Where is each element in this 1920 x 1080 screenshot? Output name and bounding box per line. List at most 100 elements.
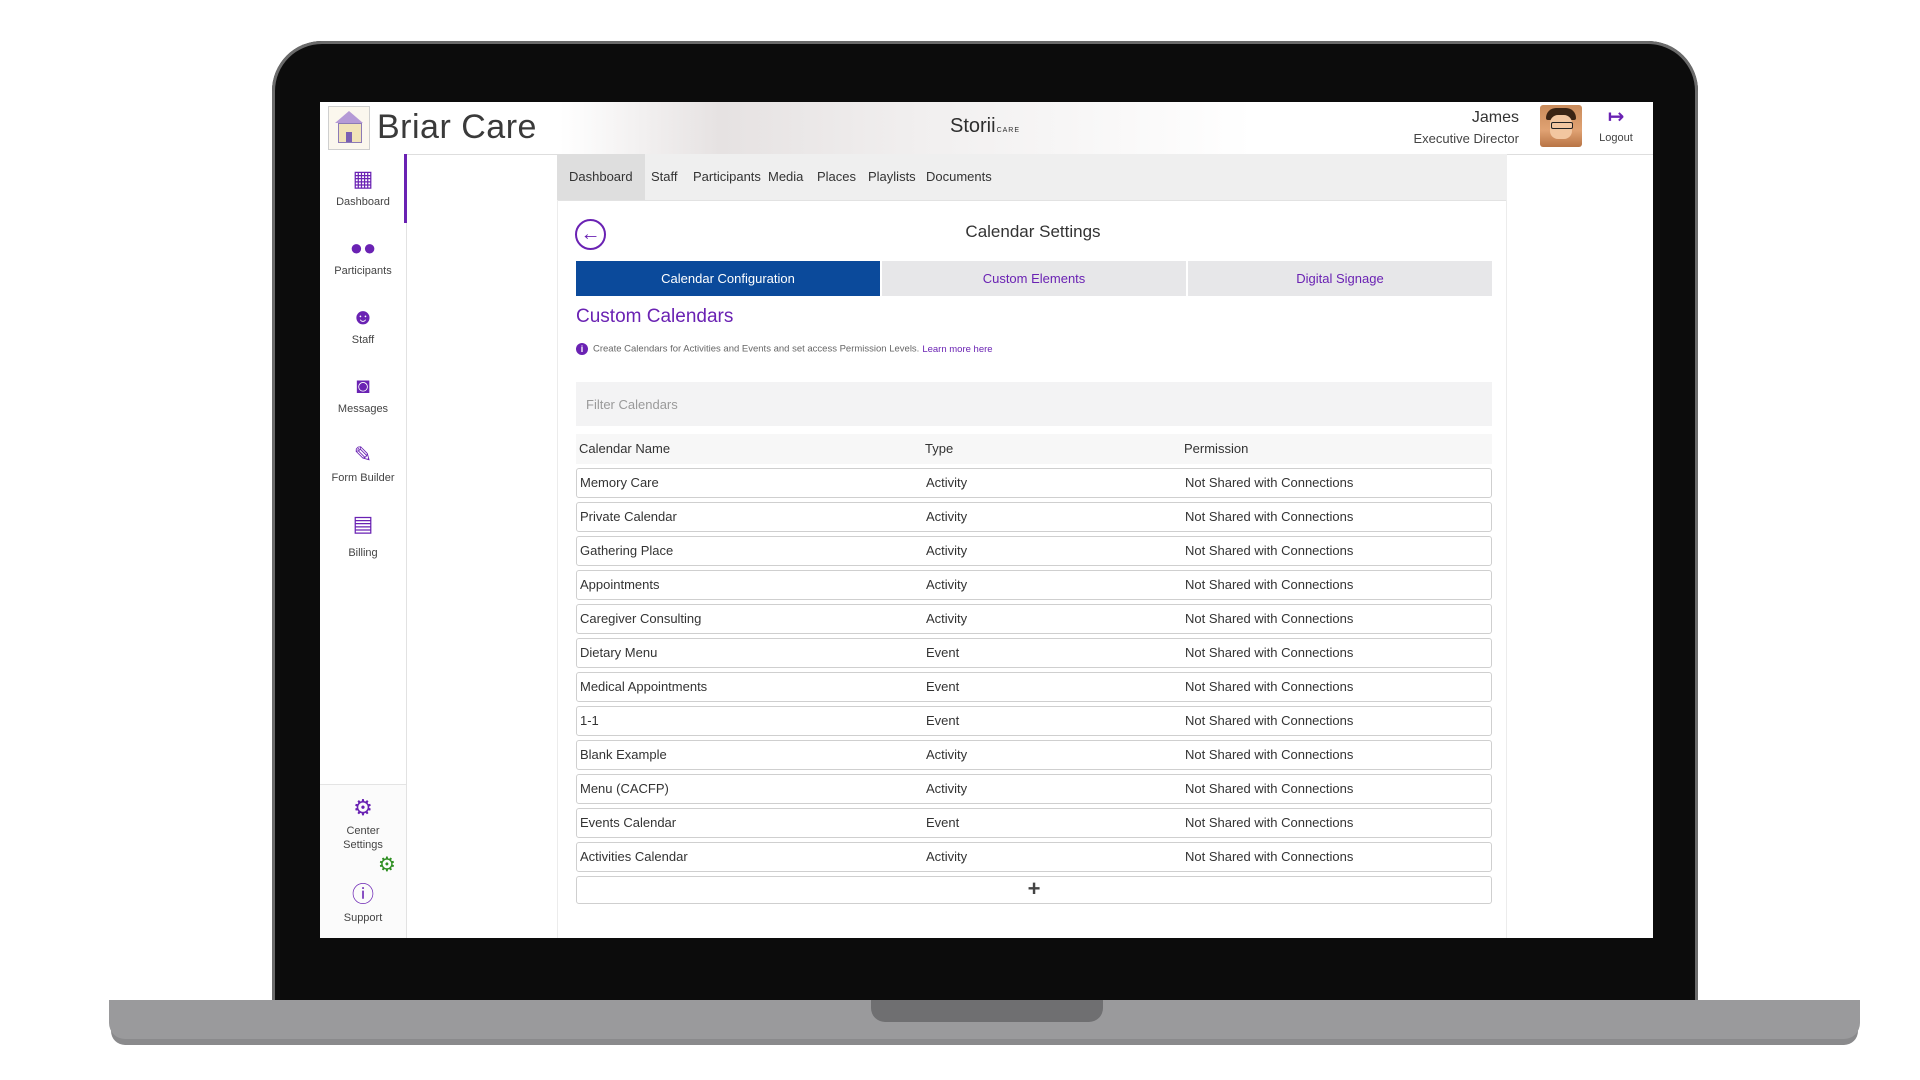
billing-icon: ▤: [352, 511, 374, 536]
permission-cell: Not Shared with Connections: [1185, 747, 1354, 762]
gear-icon: ⚙: [353, 795, 373, 820]
tab-dashboard[interactable]: Dashboard: [557, 154, 645, 200]
calendar-name-cell: Caregiver Consulting: [580, 611, 702, 626]
table-row[interactable]: Blank Example Activity Not Shared with C…: [576, 740, 1492, 770]
permission-cell: Not Shared with Connections: [1185, 509, 1354, 524]
type-cell: Activity: [926, 475, 968, 490]
dashboard-icon: ▦: [352, 166, 374, 191]
column-header-calendar-name[interactable]: Calendar Name: [579, 434, 670, 464]
permission-cell: Not Shared with Connections: [1185, 849, 1354, 864]
permission-cell: Not Shared with Connections: [1185, 475, 1354, 490]
table-row[interactable]: Dietary Menu Event Not Shared with Conne…: [576, 638, 1492, 668]
sidebar-bottom: ⚙ Center Settings ⓘ Support ⚙: [320, 784, 406, 938]
sidebar-item-label: Dashboard: [336, 196, 390, 208]
product-suffix: CARE: [996, 127, 1021, 134]
staff-icon: ☻: [351, 304, 375, 329]
table-row[interactable]: Menu (CACFP) Activity Not Shared with Co…: [576, 774, 1492, 804]
sidebar-item-staff[interactable]: ☻ Staff: [320, 304, 406, 347]
table-row[interactable]: Caregiver Consulting Activity Not Shared…: [576, 604, 1492, 634]
help-icon: ⓘ: [351, 882, 374, 907]
calendar-name-cell: 1-1: [580, 713, 599, 728]
column-header-type[interactable]: Type: [925, 434, 953, 464]
logout-button[interactable]: ↦ Logout: [1588, 106, 1644, 144]
table-row[interactable]: Memory Care Activity Not Shared with Con…: [576, 468, 1492, 498]
support-badge-icon: ⚙: [378, 854, 396, 876]
calendar-name-cell: Medical Appointments: [580, 679, 708, 694]
app-screen: Briar Care StoriiCARE James Executive Di…: [320, 102, 1653, 938]
calendar-name-cell: Events Calendar: [580, 815, 677, 830]
permission-cell: Not Shared with Connections: [1185, 679, 1354, 694]
table-row[interactable]: Appointments Activity Not Shared with Co…: [576, 570, 1492, 600]
section-title: Custom Calendars: [576, 306, 734, 327]
avatar-glasses: [1551, 122, 1573, 129]
sidebar-item-label: Billing: [348, 547, 378, 559]
type-cell: Event: [926, 679, 960, 694]
form-builder-icon: ✎: [353, 442, 373, 467]
avatar[interactable]: [1540, 105, 1582, 147]
logout-label: Logout: [1599, 132, 1633, 144]
table-row[interactable]: 1-1 Event Not Shared with Connections: [576, 706, 1492, 736]
info-text: Create Calendars for Activities and Even…: [593, 343, 920, 355]
calendar-name-cell: Activities Calendar: [580, 849, 688, 864]
tab-calendar-configuration[interactable]: Calendar Configuration: [576, 261, 880, 296]
sidebar: ▦ Dashboard ●● Participants ☻ Staff ◙ Me…: [320, 154, 407, 938]
sidebar-item-label: Support: [343, 912, 383, 924]
logout-icon: ↦: [1607, 106, 1625, 128]
sidebar-item-support[interactable]: ⓘ Support: [320, 882, 406, 925]
type-cell: Activity: [926, 543, 968, 558]
main-panel: Dashboard Staff Participants Media Place…: [557, 154, 1507, 938]
add-calendar-button[interactable]: +: [576, 876, 1492, 904]
user-role: Executive Director: [1413, 131, 1519, 146]
page-title: Calendar Settings: [965, 222, 1101, 241]
permission-cell: Not Shared with Connections: [1185, 781, 1354, 796]
app-header: Briar Care StoriiCARE James Executive Di…: [320, 102, 1653, 155]
sidebar-item-label: Form Builder: [331, 472, 395, 484]
product-logo: StoriiCARE: [950, 115, 1020, 138]
messages-icon: ◙: [356, 373, 370, 398]
table-row[interactable]: Private Calendar Activity Not Shared wit…: [576, 502, 1492, 532]
sidebar-item-label: Staff: [351, 334, 375, 346]
permission-cell: Not Shared with Connections: [1185, 577, 1354, 592]
product-name: Storii: [950, 115, 996, 137]
table-row[interactable]: Medical Appointments Event Not Shared wi…: [576, 672, 1492, 702]
filter-calendars-input[interactable]: [576, 382, 1492, 426]
type-cell: Activity: [926, 611, 968, 626]
info-icon: i: [576, 343, 588, 355]
calendar-name-cell: Dietary Menu: [580, 645, 658, 660]
type-cell: Activity: [926, 577, 968, 592]
table-row[interactable]: Events Calendar Event Not Shared with Co…: [576, 808, 1492, 838]
type-cell: Event: [926, 645, 960, 660]
sidebar-item-participants[interactable]: ●● Participants: [320, 235, 406, 278]
info-line: i Create Calendars for Activities and Eve…: [576, 343, 993, 355]
type-cell: Event: [926, 815, 960, 830]
sidebar-item-billing[interactable]: ▤ Billing: [320, 511, 406, 560]
calendar-name-cell: Gathering Place: [580, 543, 674, 558]
sidebar-item-messages[interactable]: ◙ Messages: [320, 373, 406, 416]
permission-cell: Not Shared with Connections: [1185, 713, 1354, 728]
learn-more-link[interactable]: Learn more here: [922, 344, 992, 355]
calendars-table: Calendar Name Type Permission Memory Car…: [576, 434, 1492, 904]
user-name: James: [1471, 109, 1519, 126]
tab-digital-signage[interactable]: Digital Signage: [1188, 261, 1492, 296]
type-cell: Activity: [926, 781, 968, 796]
calendar-name-cell: Appointments: [580, 577, 660, 592]
type-cell: Activity: [926, 509, 968, 524]
table-row[interactable]: Activities Calendar Activity Not Shared …: [576, 842, 1492, 872]
tab-custom-elements[interactable]: Custom Elements: [882, 261, 1186, 296]
sidebar-item-form-builder[interactable]: ✎ Form Builder: [320, 442, 406, 485]
logo-roof: [335, 111, 363, 123]
sidebar-item-center-settings[interactable]: ⚙ Center Settings: [320, 795, 406, 852]
table-row[interactable]: Gathering Place Activity Not Shared with…: [576, 536, 1492, 566]
tab-documents[interactable]: Documents: [914, 154, 1004, 200]
type-cell: Activity: [926, 747, 968, 762]
calendar-name-cell: Memory Care: [580, 475, 659, 490]
brand-logo[interactable]: [328, 106, 370, 150]
column-header-permission[interactable]: Permission: [1184, 434, 1248, 464]
permission-cell: Not Shared with Connections: [1185, 645, 1354, 660]
laptop-notch: [871, 1000, 1103, 1022]
top-nav: Dashboard Staff Participants Media Place…: [557, 154, 1507, 201]
sidebar-item-dashboard[interactable]: ▦ Dashboard: [320, 166, 406, 209]
calendar-settings-content: ← Calendar Settings Calendar Configurati…: [557, 200, 1507, 938]
sidebar-item-label: Participants: [334, 265, 392, 277]
calendar-name-cell: Menu (CACFP): [580, 781, 669, 796]
